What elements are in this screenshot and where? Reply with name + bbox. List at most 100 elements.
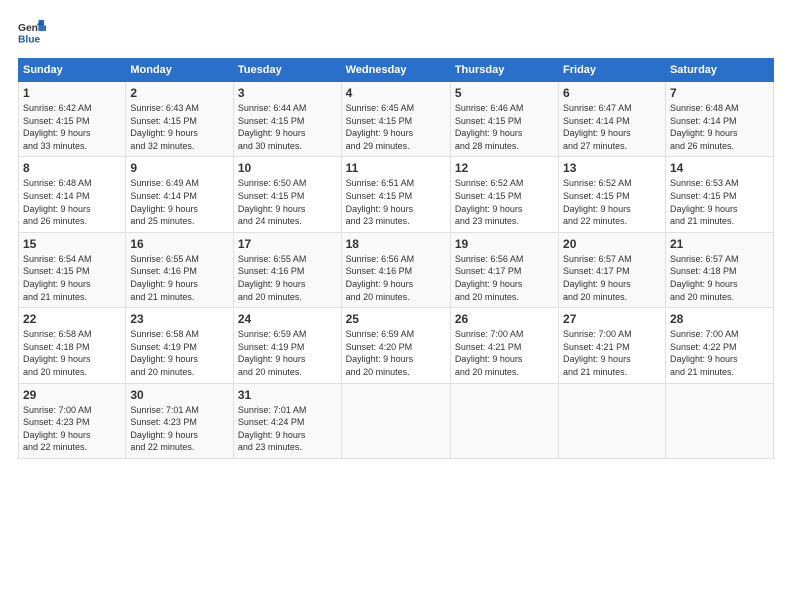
day-info: Sunrise: 6:50 AM Sunset: 4:15 PM Dayligh… — [238, 177, 337, 227]
day-number: 4 — [346, 86, 446, 100]
day-info: Sunrise: 6:43 AM Sunset: 4:15 PM Dayligh… — [130, 102, 229, 152]
day-info: Sunrise: 6:42 AM Sunset: 4:15 PM Dayligh… — [23, 102, 121, 152]
day-info: Sunrise: 6:55 AM Sunset: 4:16 PM Dayligh… — [130, 253, 229, 303]
weekday-header: Sunday — [19, 59, 126, 82]
calendar-cell: 24 Sunrise: 6:59 AM Sunset: 4:19 PM Dayli… — [233, 308, 341, 383]
day-number: 1 — [23, 86, 121, 100]
calendar-cell: 10 Sunrise: 6:50 AM Sunset: 4:15 PM Dayli… — [233, 157, 341, 232]
day-info: Sunrise: 6:46 AM Sunset: 4:15 PM Dayligh… — [455, 102, 554, 152]
calendar-cell: 25 Sunrise: 6:59 AM Sunset: 4:20 PM Dayli… — [341, 308, 450, 383]
weekday-header: Tuesday — [233, 59, 341, 82]
day-number: 3 — [238, 86, 337, 100]
weekday-header: Monday — [126, 59, 234, 82]
calendar-cell: 17 Sunrise: 6:55 AM Sunset: 4:16 PM Dayli… — [233, 232, 341, 307]
calendar-cell: 31 Sunrise: 7:01 AM Sunset: 4:24 PM Dayli… — [233, 383, 341, 458]
day-info: Sunrise: 6:56 AM Sunset: 4:16 PM Dayligh… — [346, 253, 446, 303]
day-info: Sunrise: 7:01 AM Sunset: 4:24 PM Dayligh… — [238, 404, 337, 454]
day-info: Sunrise: 7:01 AM Sunset: 4:23 PM Dayligh… — [130, 404, 229, 454]
day-info: Sunrise: 7:00 AM Sunset: 4:22 PM Dayligh… — [670, 328, 769, 378]
day-number: 24 — [238, 312, 337, 326]
day-info: Sunrise: 7:00 AM Sunset: 4:21 PM Dayligh… — [455, 328, 554, 378]
day-number: 27 — [563, 312, 661, 326]
day-number: 10 — [238, 161, 337, 175]
page-container: General Blue SundayMondayTuesdayWednesda… — [0, 0, 792, 469]
weekday-header: Friday — [559, 59, 666, 82]
day-number: 13 — [563, 161, 661, 175]
day-info: Sunrise: 6:48 AM Sunset: 4:14 PM Dayligh… — [670, 102, 769, 152]
day-number: 28 — [670, 312, 769, 326]
calendar-cell — [559, 383, 666, 458]
day-info: Sunrise: 6:59 AM Sunset: 4:19 PM Dayligh… — [238, 328, 337, 378]
day-number: 23 — [130, 312, 229, 326]
calendar-cell: 2 Sunrise: 6:43 AM Sunset: 4:15 PM Daylig… — [126, 82, 234, 157]
day-number: 16 — [130, 237, 229, 251]
day-number: 25 — [346, 312, 446, 326]
day-number: 15 — [23, 237, 121, 251]
calendar-cell — [450, 383, 558, 458]
calendar-cell: 29Sunrise: 7:00 AM Sunset: 4:23 PM Dayli… — [19, 383, 126, 458]
logo-icon: General Blue — [18, 18, 46, 46]
day-info: Sunrise: 6:52 AM Sunset: 4:15 PM Dayligh… — [563, 177, 661, 227]
calendar-cell: 21 Sunrise: 6:57 AM Sunset: 4:18 PM Dayli… — [665, 232, 773, 307]
weekday-header: Wednesday — [341, 59, 450, 82]
calendar-week-row: 15Sunrise: 6:54 AM Sunset: 4:15 PM Dayli… — [19, 232, 774, 307]
day-number: 7 — [670, 86, 769, 100]
calendar-cell: 9Sunrise: 6:49 AM Sunset: 4:14 PM Daylig… — [126, 157, 234, 232]
calendar-cell: 8 Sunrise: 6:48 AM Sunset: 4:14 PM Daylig… — [19, 157, 126, 232]
day-number: 2 — [130, 86, 229, 100]
day-number: 26 — [455, 312, 554, 326]
day-number: 31 — [238, 388, 337, 402]
day-info: Sunrise: 6:55 AM Sunset: 4:16 PM Dayligh… — [238, 253, 337, 303]
svg-text:Blue: Blue — [18, 34, 41, 45]
day-info: Sunrise: 6:47 AM Sunset: 4:14 PM Dayligh… — [563, 102, 661, 152]
day-number: 22 — [23, 312, 121, 326]
weekday-header: Saturday — [665, 59, 773, 82]
calendar-cell: 30 Sunrise: 7:01 AM Sunset: 4:23 PM Dayli… — [126, 383, 234, 458]
calendar-cell: 20 Sunrise: 6:57 AM Sunset: 4:17 PM Dayli… — [559, 232, 666, 307]
calendar-table: SundayMondayTuesdayWednesdayThursdayFrid… — [18, 58, 774, 459]
day-number: 6 — [563, 86, 661, 100]
day-info: Sunrise: 6:57 AM Sunset: 4:18 PM Dayligh… — [670, 253, 769, 303]
calendar-week-row: 22 Sunrise: 6:58 AM Sunset: 4:18 PM Dayli… — [19, 308, 774, 383]
calendar-cell: 23 Sunrise: 6:58 AM Sunset: 4:19 PM Dayli… — [126, 308, 234, 383]
day-info: Sunrise: 7:00 AM Sunset: 4:21 PM Dayligh… — [563, 328, 661, 378]
calendar-cell: 26 Sunrise: 7:00 AM Sunset: 4:21 PM Dayli… — [450, 308, 558, 383]
calendar-cell: 27 Sunrise: 7:00 AM Sunset: 4:21 PM Dayli… — [559, 308, 666, 383]
calendar-header-row: SundayMondayTuesdayWednesdayThursdayFrid… — [19, 59, 774, 82]
day-number: 8 — [23, 161, 121, 175]
day-info: Sunrise: 6:57 AM Sunset: 4:17 PM Dayligh… — [563, 253, 661, 303]
day-info: Sunrise: 6:59 AM Sunset: 4:20 PM Dayligh… — [346, 328, 446, 378]
calendar-cell: 15Sunrise: 6:54 AM Sunset: 4:15 PM Dayli… — [19, 232, 126, 307]
calendar-cell: 1 Sunrise: 6:42 AM Sunset: 4:15 PM Daylig… — [19, 82, 126, 157]
day-number: 9 — [130, 161, 229, 175]
day-info: Sunrise: 6:52 AM Sunset: 4:15 PM Dayligh… — [455, 177, 554, 227]
day-info: Sunrise: 6:44 AM Sunset: 4:15 PM Dayligh… — [238, 102, 337, 152]
day-info: Sunrise: 6:58 AM Sunset: 4:18 PM Dayligh… — [23, 328, 121, 378]
day-number: 20 — [563, 237, 661, 251]
calendar-cell: 22 Sunrise: 6:58 AM Sunset: 4:18 PM Dayli… — [19, 308, 126, 383]
day-number: 29 — [23, 388, 121, 402]
calendar-cell: 18 Sunrise: 6:56 AM Sunset: 4:16 PM Dayli… — [341, 232, 450, 307]
day-info: Sunrise: 6:48 AM Sunset: 4:14 PM Dayligh… — [23, 177, 121, 227]
calendar-cell — [341, 383, 450, 458]
day-number: 21 — [670, 237, 769, 251]
day-info: Sunrise: 6:45 AM Sunset: 4:15 PM Dayligh… — [346, 102, 446, 152]
day-info: Sunrise: 6:58 AM Sunset: 4:19 PM Dayligh… — [130, 328, 229, 378]
calendar-cell: 13 Sunrise: 6:52 AM Sunset: 4:15 PM Dayli… — [559, 157, 666, 232]
calendar-cell: 12Sunrise: 6:52 AM Sunset: 4:15 PM Dayli… — [450, 157, 558, 232]
calendar-cell: 4 Sunrise: 6:45 AM Sunset: 4:15 PM Daylig… — [341, 82, 450, 157]
header: General Blue — [18, 18, 774, 46]
day-number: 14 — [670, 161, 769, 175]
calendar-cell: 14 Sunrise: 6:53 AM Sunset: 4:15 PM Dayli… — [665, 157, 773, 232]
day-number: 30 — [130, 388, 229, 402]
calendar-cell: 19Sunrise: 6:56 AM Sunset: 4:17 PM Dayli… — [450, 232, 558, 307]
calendar-cell — [665, 383, 773, 458]
calendar-cell: 28 Sunrise: 7:00 AM Sunset: 4:22 PM Dayli… — [665, 308, 773, 383]
calendar-cell: 7 Sunrise: 6:48 AM Sunset: 4:14 PM Daylig… — [665, 82, 773, 157]
day-info: Sunrise: 6:53 AM Sunset: 4:15 PM Dayligh… — [670, 177, 769, 227]
day-number: 18 — [346, 237, 446, 251]
day-number: 11 — [346, 161, 446, 175]
day-number: 17 — [238, 237, 337, 251]
day-number: 19 — [455, 237, 554, 251]
day-number: 5 — [455, 86, 554, 100]
